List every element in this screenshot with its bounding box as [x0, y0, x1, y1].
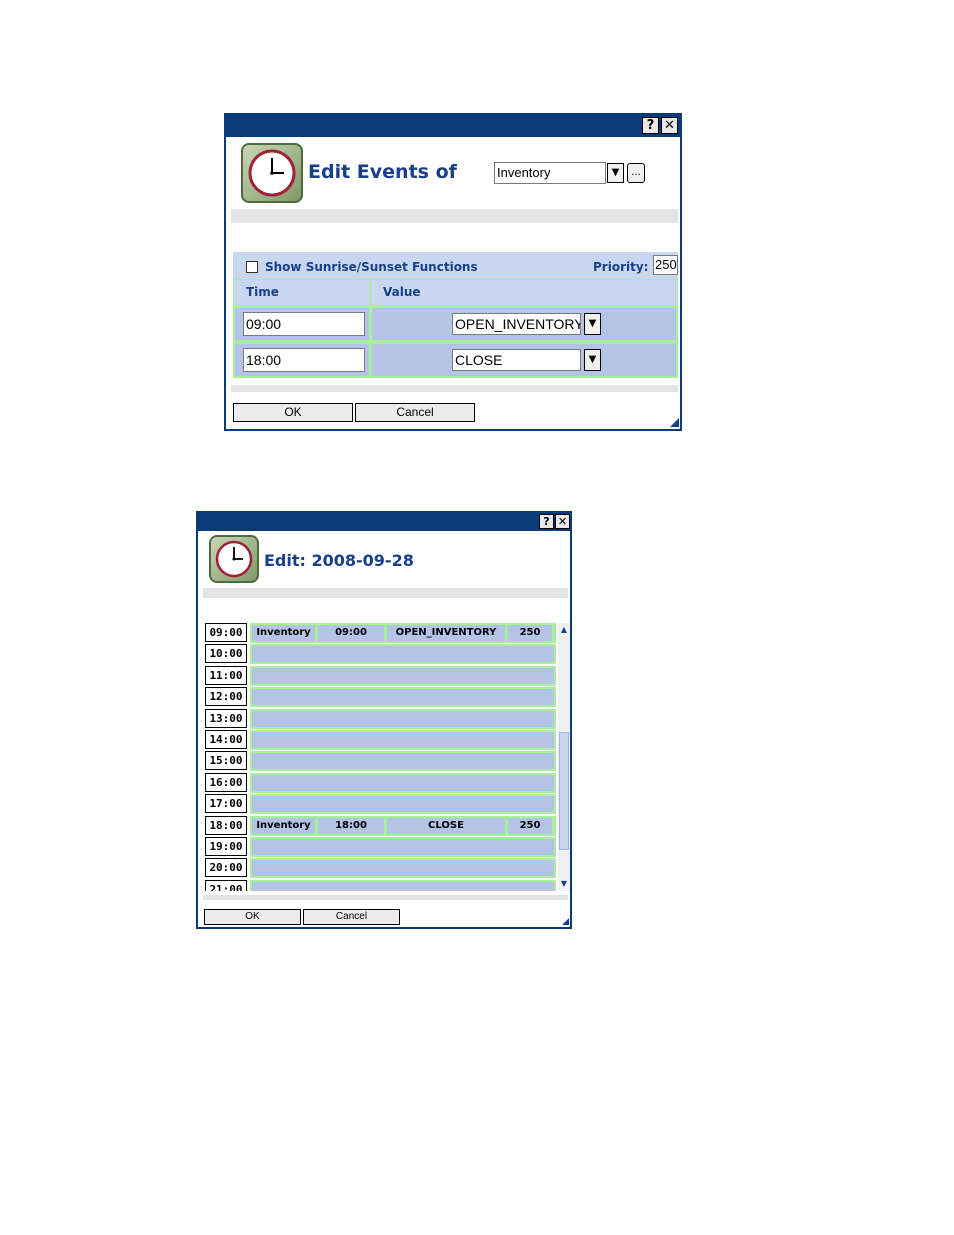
schedule-row[interactable]	[250, 794, 556, 814]
schedule-row[interactable]	[250, 730, 556, 750]
hour-label: 20:00	[205, 858, 247, 877]
schedule-row[interactable]	[250, 666, 556, 686]
schedule-row[interactable]: Inventory 18:00 CLOSE 250	[250, 816, 556, 836]
header-separator	[203, 588, 568, 598]
value-column-header: Value	[383, 285, 421, 299]
event-time-cell: 18:00	[316, 816, 386, 836]
time-input[interactable]: 09:00	[243, 312, 365, 336]
hour-label: 18:00	[205, 816, 247, 835]
hour-label: 17:00	[205, 794, 247, 813]
hour-label: 19:00	[205, 837, 247, 856]
object-dropdown-button[interactable]: ▼	[607, 163, 624, 183]
event-value-cell: OPEN_INVENTORY	[385, 623, 507, 643]
edit-day-dialog: ? ✕ Edit: 2008-09-28 09:00 Inventory 09:00…	[196, 511, 572, 929]
event-value-cell: CLOSE	[385, 816, 507, 836]
event-priority-cell: 250	[506, 816, 554, 836]
event-priority-cell: 250	[506, 623, 554, 643]
time-input[interactable]: 18:00	[243, 348, 365, 372]
schedule-row[interactable]	[250, 687, 556, 707]
chevron-down-icon[interactable]: ▼	[584, 349, 601, 371]
hour-label: 15:00	[205, 751, 247, 770]
cancel-button[interactable]: Cancel	[303, 909, 400, 925]
hour-label: 09:00	[205, 623, 247, 642]
hour-label: 10:00	[205, 644, 247, 663]
schedule-row[interactable]	[250, 709, 556, 729]
schedule-row[interactable]	[250, 773, 556, 793]
close-icon[interactable]: ✕	[661, 117, 678, 134]
schedule-row[interactable]	[250, 837, 556, 857]
edit-events-dialog: ? ✕ Edit Events of Inventory ▼ ... Show …	[224, 113, 682, 431]
scroll-up-button[interactable]: ▲	[558, 623, 570, 636]
ok-button[interactable]: OK	[233, 403, 353, 422]
chevron-down-icon[interactable]: ▼	[584, 313, 601, 335]
hour-label: 13:00	[205, 709, 247, 728]
hour-label: 14:00	[205, 730, 247, 749]
dialog-titlebar	[198, 513, 570, 531]
priority-input[interactable]: 250	[653, 255, 678, 275]
priority-label: Priority:	[593, 260, 649, 274]
cancel-button[interactable]: Cancel	[355, 403, 475, 422]
ok-button[interactable]: OK	[204, 909, 301, 925]
schedule-row[interactable]	[250, 644, 556, 664]
schedule-row[interactable]: Inventory 09:00 OPEN_INVENTORY 250	[250, 623, 556, 643]
value-select[interactable]: CLOSE	[452, 349, 581, 371]
event-time-cell: 09:00	[316, 623, 386, 643]
value-select[interactable]: OPEN_INVENTORY	[452, 313, 581, 335]
clock-icon	[209, 535, 259, 583]
close-icon[interactable]: ✕	[555, 514, 570, 529]
column-header-band	[233, 279, 678, 306]
dialog-titlebar	[226, 115, 680, 137]
schedule-row[interactable]	[250, 751, 556, 771]
hour-label: 21:00	[205, 880, 247, 891]
hour-label: 16:00	[205, 773, 247, 792]
show-sunrise-label: Show Sunrise/Sunset Functions	[265, 260, 478, 274]
hour-label: 12:00	[205, 687, 247, 706]
browse-button[interactable]: ...	[627, 163, 645, 183]
resize-grip-icon[interactable]	[562, 918, 569, 925]
footer-separator	[203, 895, 568, 900]
resize-grip-icon[interactable]	[670, 418, 679, 427]
object-select[interactable]: Inventory	[494, 162, 606, 184]
scroll-down-button[interactable]: ▼	[558, 877, 570, 890]
footer-separator	[231, 385, 678, 392]
schedule-list[interactable]: 09:00 Inventory 09:00 OPEN_INVENTORY 250 10:0…	[204, 623, 556, 891]
scrollbar-thumb[interactable]	[559, 732, 569, 850]
event-object-cell: Inventory	[250, 816, 317, 836]
hour-label: 11:00	[205, 666, 247, 685]
clock-icon	[241, 143, 303, 203]
schedule-row[interactable]	[250, 880, 556, 891]
header-separator	[231, 209, 678, 223]
help-icon[interactable]: ?	[642, 117, 659, 134]
time-column-header: Time	[246, 285, 279, 299]
dialog-heading: Edit: 2008-09-28	[264, 551, 414, 570]
event-object-cell: Inventory	[250, 623, 317, 643]
help-icon[interactable]: ?	[539, 514, 554, 529]
dialog-heading: Edit Events of	[308, 161, 457, 183]
schedule-row[interactable]	[250, 858, 556, 878]
column-divider	[370, 279, 372, 306]
checkbox-icon[interactable]	[246, 261, 258, 273]
